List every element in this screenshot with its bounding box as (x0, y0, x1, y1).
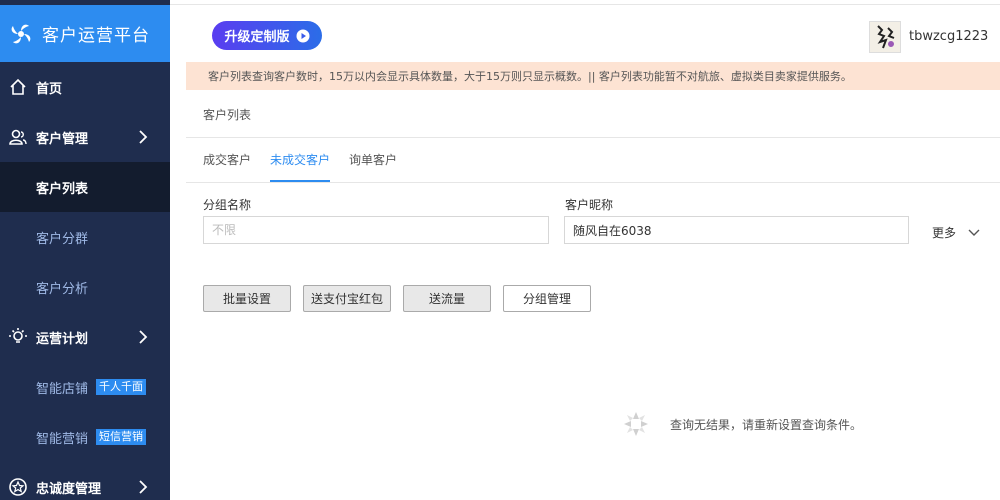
empty-message: 查询无结果，请重新设置查询条件。 (670, 417, 863, 432)
pinwheel-logo-icon (11, 24, 31, 43)
empty-state: 查询无结果，请重新设置查询条件。 (622, 410, 862, 438)
sidebar-item-label: 忠诚度管理 (36, 481, 102, 497)
sidebar-nav: 首页 客户管理 客户列表 客户分群 客户分析 运营计划 智能店铺 千人千面 智能… (0, 62, 170, 500)
feature-badge: 千人千面 (96, 379, 147, 395)
sidebar-item-customer-groups[interactable]: 客户分群 (0, 212, 170, 262)
batch-settings-button[interactable]: 批量设置 (203, 285, 291, 312)
avatar[interactable] (869, 21, 901, 53)
users-icon (9, 129, 27, 145)
brand-header[interactable]: 客户运营平台 (0, 5, 170, 62)
top-bar: 升级定制版 tbwzcg1223 (170, 0, 1000, 62)
loading-spinner-icon (624, 412, 648, 436)
chevron-right-icon (139, 330, 148, 344)
username[interactable]: tbwzcg1223 (909, 29, 988, 44)
group-name-label: 分组名称 (203, 198, 252, 212)
send-alipay-redpacket-button[interactable]: 送支付宝红包 (303, 285, 391, 312)
tab-inquiry-customers[interactable]: 询单客户 (349, 152, 397, 182)
group-name-input[interactable] (203, 216, 549, 244)
chevron-down-icon (968, 229, 980, 236)
notice-text: 客户列表查询客户数时，15万以内会显示具体数量，大于15万则只显示概数。|| 客… (208, 70, 852, 83)
sidebar-item-home[interactable]: 首页 (0, 62, 170, 112)
sidebar-item-label: 客户管理 (36, 131, 89, 147)
sidebar-item-label: 智能营销 (36, 431, 89, 447)
nickname-label: 客户昵称 (565, 198, 614, 212)
avatar-image-icon (877, 25, 895, 49)
sidebar-item-operation-plan[interactable]: 运营计划 (0, 312, 170, 362)
star-badge-icon (9, 478, 27, 496)
lightbulb-icon (9, 328, 27, 343)
upgrade-button[interactable]: 升级定制版 (212, 21, 322, 50)
sidebar: 客户运营平台 首页 客户管理 客户列表 客户分群 客户分析 运营计划 智能店铺 … (0, 0, 170, 500)
breadcrumb: 客户列表 (203, 108, 252, 122)
sidebar-item-smart-marketing[interactable]: 智能营销 短信营销 (0, 412, 170, 462)
divider (170, 4, 1000, 5)
send-traffic-button[interactable]: 送流量 (403, 285, 491, 312)
more-label: 更多 (932, 226, 957, 240)
play-circle-icon (296, 29, 309, 42)
sidebar-item-loyalty[interactable]: 忠诚度管理 (0, 462, 170, 500)
app-title: 客户运营平台 (42, 26, 150, 46)
customer-tabs: 成交客户 未成交客户 询单客户 (203, 152, 416, 182)
sidebar-item-label: 运营计划 (36, 331, 89, 347)
sidebar-item-customer-analysis[interactable]: 客户分析 (0, 262, 170, 312)
divider (186, 182, 1000, 183)
nickname-input[interactable] (564, 216, 909, 244)
home-icon (10, 78, 26, 95)
sidebar-item-smart-store[interactable]: 智能店铺 千人千面 (0, 362, 170, 412)
feature-badge: 短信营销 (96, 429, 147, 445)
sidebar-item-customer-list[interactable]: 客户列表 (0, 162, 170, 212)
sidebar-item-customer-management[interactable]: 客户管理 (0, 112, 170, 162)
sidebar-item-label: 首页 (36, 81, 63, 97)
tab-non-deal-customers[interactable]: 未成交客户 (270, 152, 331, 182)
group-management-button[interactable]: 分组管理 (503, 285, 591, 312)
sidebar-item-label: 智能店铺 (36, 381, 89, 397)
notice-banner: 客户列表查询客户数时，15万以内会显示具体数量，大于15万则只显示概数。|| 客… (186, 62, 1000, 90)
tab-deal-customers[interactable]: 成交客户 (203, 152, 251, 182)
more-filters-toggle[interactable]: 更多 (932, 224, 980, 241)
divider (186, 137, 1000, 138)
sidebar-item-label: 客户分群 (36, 231, 89, 247)
chevron-right-icon (139, 130, 148, 144)
sidebar-item-label: 客户列表 (36, 181, 89, 197)
chevron-right-icon (139, 480, 148, 494)
sidebar-item-label: 客户分析 (36, 281, 89, 297)
upgrade-label: 升级定制版 (224, 29, 290, 44)
